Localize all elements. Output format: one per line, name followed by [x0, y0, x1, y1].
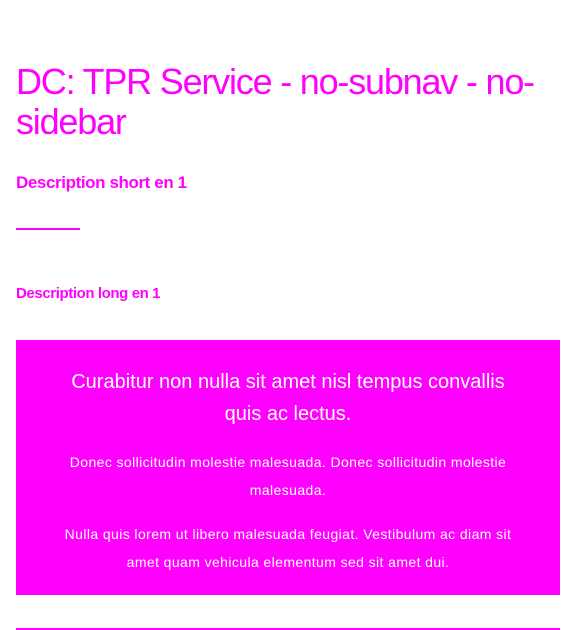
callout-paragraph: Donec sollicitudin molestie malesuada. D… — [69, 454, 507, 498]
description-short: Description short en 1 — [16, 173, 187, 192]
title-divider — [16, 228, 80, 230]
page-title: DC: TPR Service - no-subnav - no-sidebar — [16, 61, 535, 142]
description-long: Description long en 1 — [16, 285, 161, 302]
callout-heading: Curabitur non nulla sit amet nisl tempus… — [71, 371, 505, 425]
callout-block: Curabitur non nulla sit amet nisl tempus… — [16, 340, 560, 595]
callout-paragraph: Nulla quis lorem ut libero malesuada feu… — [64, 526, 512, 570]
